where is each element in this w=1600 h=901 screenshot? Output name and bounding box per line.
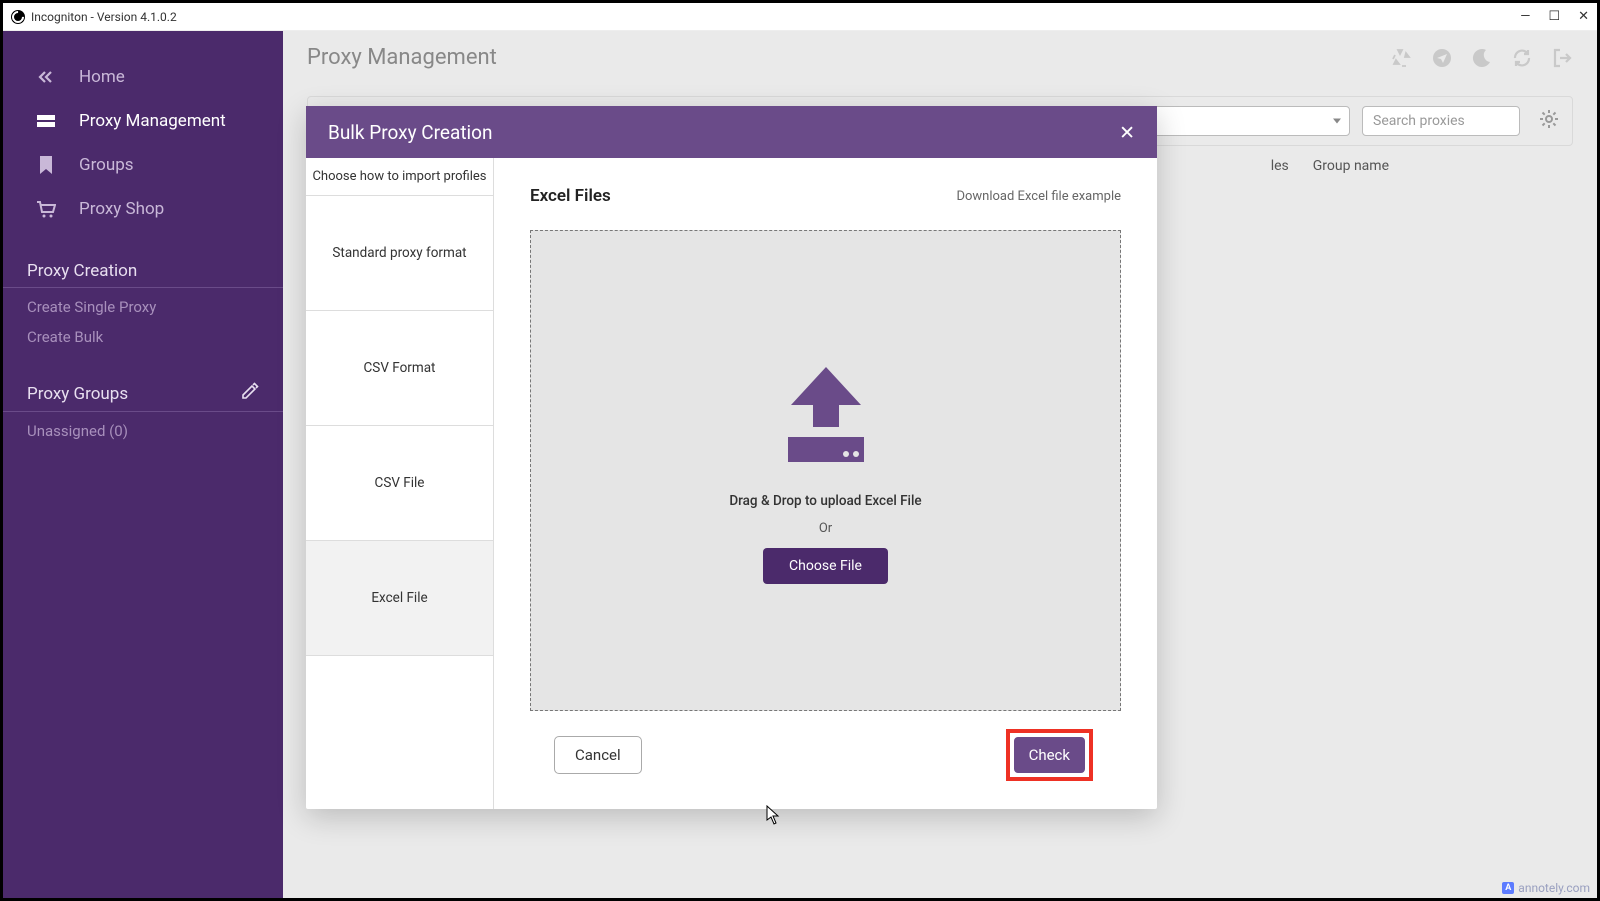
sidebar-section-proxy-creation: Proxy Creation: [3, 249, 283, 288]
close-icon[interactable]: ✕: [1119, 121, 1135, 144]
logout-icon[interactable]: [1551, 47, 1573, 69]
download-example-link[interactable]: Download Excel file example: [956, 189, 1121, 204]
col-group-name: Group name: [1313, 158, 1389, 174]
sidebar-item-proxy-shop[interactable]: Proxy Shop: [3, 187, 283, 231]
option-csv-file[interactable]: CSV File: [306, 426, 493, 541]
close-window-icon[interactable]: ✕: [1578, 9, 1589, 24]
window-titlebar: Incogniton - Version 4.1.0.2 — ☐ ✕: [3, 3, 1597, 31]
dropzone-or: Or: [819, 521, 832, 536]
cursor-icon: [766, 805, 780, 825]
refresh-icon[interactable]: [1511, 47, 1533, 69]
annotely-logo-icon: A: [1502, 882, 1514, 894]
server-icon: [35, 114, 57, 128]
modal-title: Bulk Proxy Creation: [328, 121, 493, 144]
sidebar-item-proxy-management[interactable]: Proxy Management: [3, 99, 283, 143]
option-excel-file[interactable]: Excel File: [306, 541, 493, 656]
sidebar-section-proxy-groups: Proxy Groups: [3, 370, 283, 412]
sidebar-link-create-bulk[interactable]: Create Bulk: [3, 322, 283, 352]
maximize-icon[interactable]: ☐: [1548, 9, 1560, 24]
sidebar: Home Proxy Management Groups Proxy Shop: [3, 31, 283, 898]
col-les: les: [1271, 158, 1289, 174]
recycle-icon[interactable]: [1391, 47, 1413, 69]
window-title: Incogniton - Version 4.1.0.2: [31, 10, 177, 24]
minimize-icon[interactable]: —: [1520, 9, 1530, 24]
send-icon[interactable]: [1431, 47, 1453, 69]
sidebar-link-unassigned[interactable]: Unassigned (0): [3, 416, 283, 446]
search-input[interactable]: [1362, 106, 1520, 136]
choose-file-button[interactable]: Choose File: [763, 548, 888, 584]
sidebar-label: Groups: [79, 155, 134, 175]
page-title: Proxy Management: [307, 45, 497, 70]
sidebar-label: Proxy Management: [79, 111, 226, 131]
upload-icon: [766, 357, 886, 481]
cart-icon: [35, 200, 57, 218]
cancel-button[interactable]: Cancel: [554, 736, 642, 774]
gear-icon[interactable]: [1538, 108, 1560, 134]
sidebar-label: Home: [79, 67, 125, 87]
sidebar-link-create-single[interactable]: Create Single Proxy: [3, 292, 283, 322]
option-csv-format[interactable]: CSV Format: [306, 311, 493, 426]
file-dropzone[interactable]: Drag & Drop to upload Excel File Or Choo…: [530, 230, 1121, 711]
bulk-proxy-modal: Bulk Proxy Creation ✕ Choose how to impo…: [306, 106, 1157, 809]
sidebar-item-home[interactable]: Home: [3, 55, 283, 99]
collapse-icon: [35, 70, 57, 84]
sidebar-label: Proxy Shop: [79, 199, 164, 219]
moon-icon[interactable]: [1471, 47, 1493, 69]
modal-sidebar: Choose how to import profiles Standard p…: [306, 158, 494, 809]
group-select[interactable]: [1130, 106, 1350, 136]
option-standard-format[interactable]: Standard proxy format: [306, 196, 493, 311]
check-highlight: Check: [1006, 729, 1093, 781]
dropzone-text: Drag & Drop to upload Excel File: [729, 493, 921, 509]
watermark: A annotely.com: [1502, 881, 1590, 895]
app-icon: [11, 10, 25, 24]
panel-title: Excel Files: [530, 186, 611, 206]
sidebar-item-groups[interactable]: Groups: [3, 143, 283, 187]
check-button[interactable]: Check: [1014, 737, 1085, 773]
edit-icon[interactable]: [241, 382, 259, 405]
bookmark-icon: [35, 156, 57, 174]
import-method-heading: Choose how to import profiles: [306, 158, 493, 196]
